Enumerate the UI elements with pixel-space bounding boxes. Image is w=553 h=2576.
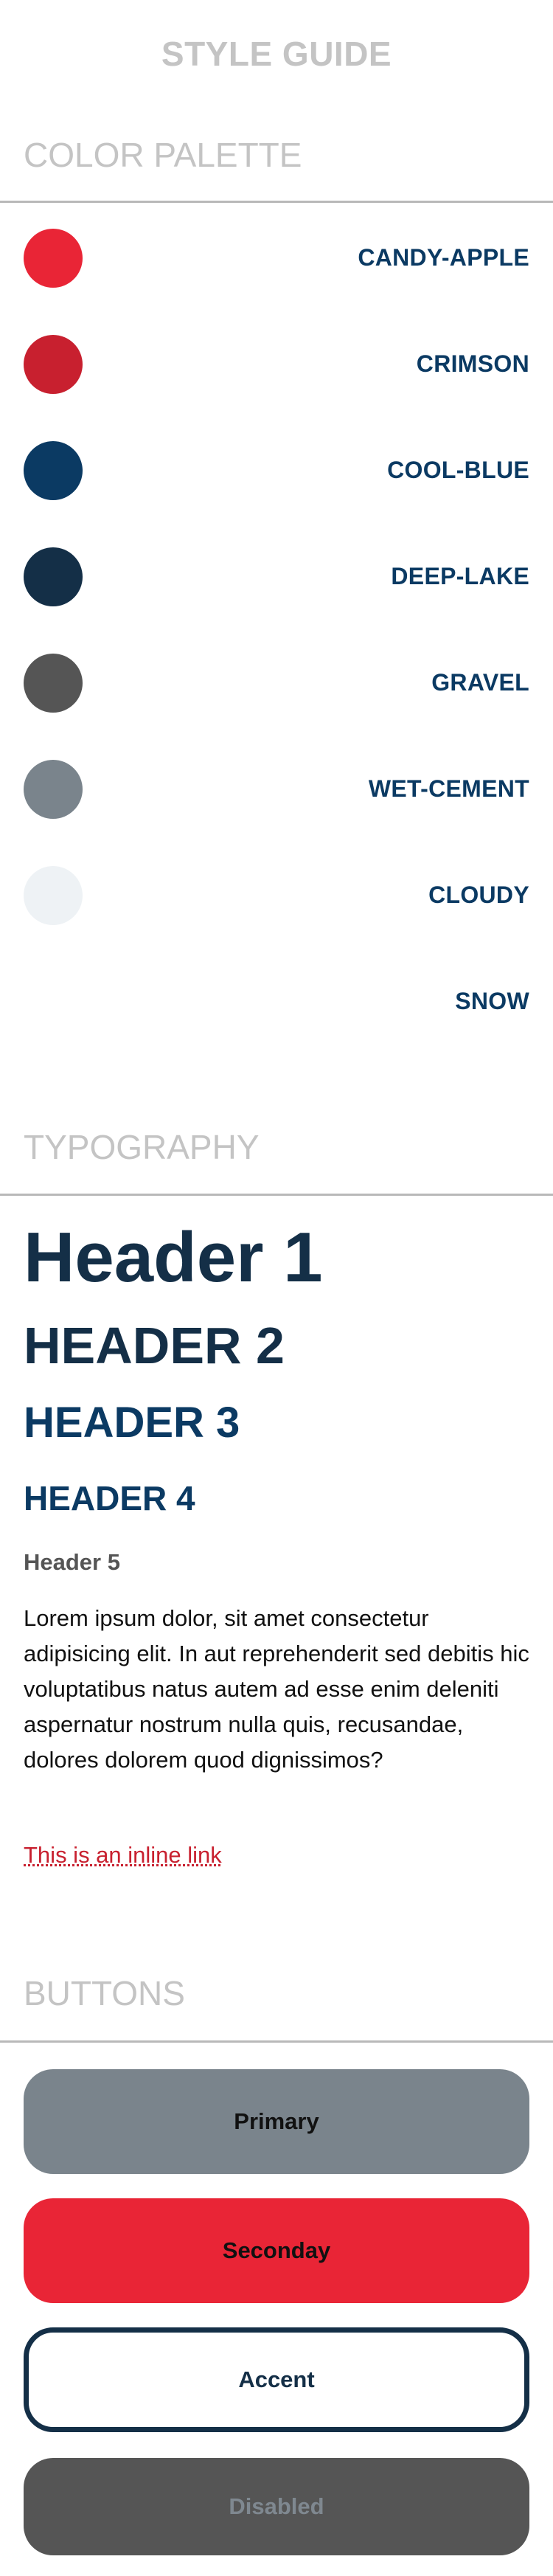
header-5-sample: Header 5 xyxy=(24,1549,120,1575)
color-swatch xyxy=(24,547,83,606)
color-swatch xyxy=(24,335,83,394)
color-swatch xyxy=(24,866,83,925)
color-swatch xyxy=(24,760,83,819)
accent-button[interactable]: Accent xyxy=(24,2327,529,2432)
section-divider xyxy=(0,2040,553,2043)
section-title-buttons: BUTTONS xyxy=(24,1974,185,2012)
page-title: STYLE GUIDE xyxy=(161,35,392,73)
disabled-button: Disabled xyxy=(24,2458,529,2555)
color-name-label: WET-CEMENT xyxy=(368,775,529,802)
section-divider xyxy=(0,1194,553,1196)
color-swatch xyxy=(24,972,83,1031)
color-swatch xyxy=(24,229,83,288)
color-swatch-row: COOL-BLUE xyxy=(0,439,553,505)
color-swatch xyxy=(24,654,83,713)
header-3-sample: HEADER 3 xyxy=(24,1399,240,1447)
color-name-label: COOL-BLUE xyxy=(387,457,529,483)
header-1-sample: Header 1 xyxy=(24,1218,323,1297)
color-name-label: CLOUDY xyxy=(428,882,529,908)
color-name-label: SNOW xyxy=(455,988,529,1014)
color-swatch-row: CANDY-APPLE xyxy=(0,226,553,293)
primary-button[interactable]: Primary xyxy=(24,2069,529,2174)
color-name-label: DEEP-LAKE xyxy=(391,563,529,589)
section-divider xyxy=(0,201,553,203)
secondary-button[interactable]: Seconday xyxy=(24,2198,529,2303)
color-swatch-row: DEEP-LAKE xyxy=(0,545,553,612)
body-text-sample: Lorem ipsum dolor, sit amet consectetur … xyxy=(24,1605,529,1773)
color-name-label: CRIMSON xyxy=(416,350,529,377)
inline-link[interactable]: This is an inline link xyxy=(24,1841,222,1870)
color-swatch-row: GRAVEL xyxy=(0,651,553,718)
color-swatch-row: WET-CEMENT xyxy=(0,758,553,824)
section-title-typography: TYPOGRAPHY xyxy=(24,1128,260,1166)
color-name-label: CANDY-APPLE xyxy=(358,244,529,271)
color-swatch-row: CLOUDY xyxy=(0,864,553,930)
header-2-sample: HEADER 2 xyxy=(24,1317,285,1374)
header-4-sample: HEADER 4 xyxy=(24,1479,195,1517)
color-swatch-row: CRIMSON xyxy=(0,333,553,399)
color-name-label: GRAVEL xyxy=(431,669,529,696)
color-swatch xyxy=(24,441,83,500)
color-swatch-row: SNOW xyxy=(0,970,553,1036)
section-title-color-palette: COLOR PALETTE xyxy=(24,136,302,174)
